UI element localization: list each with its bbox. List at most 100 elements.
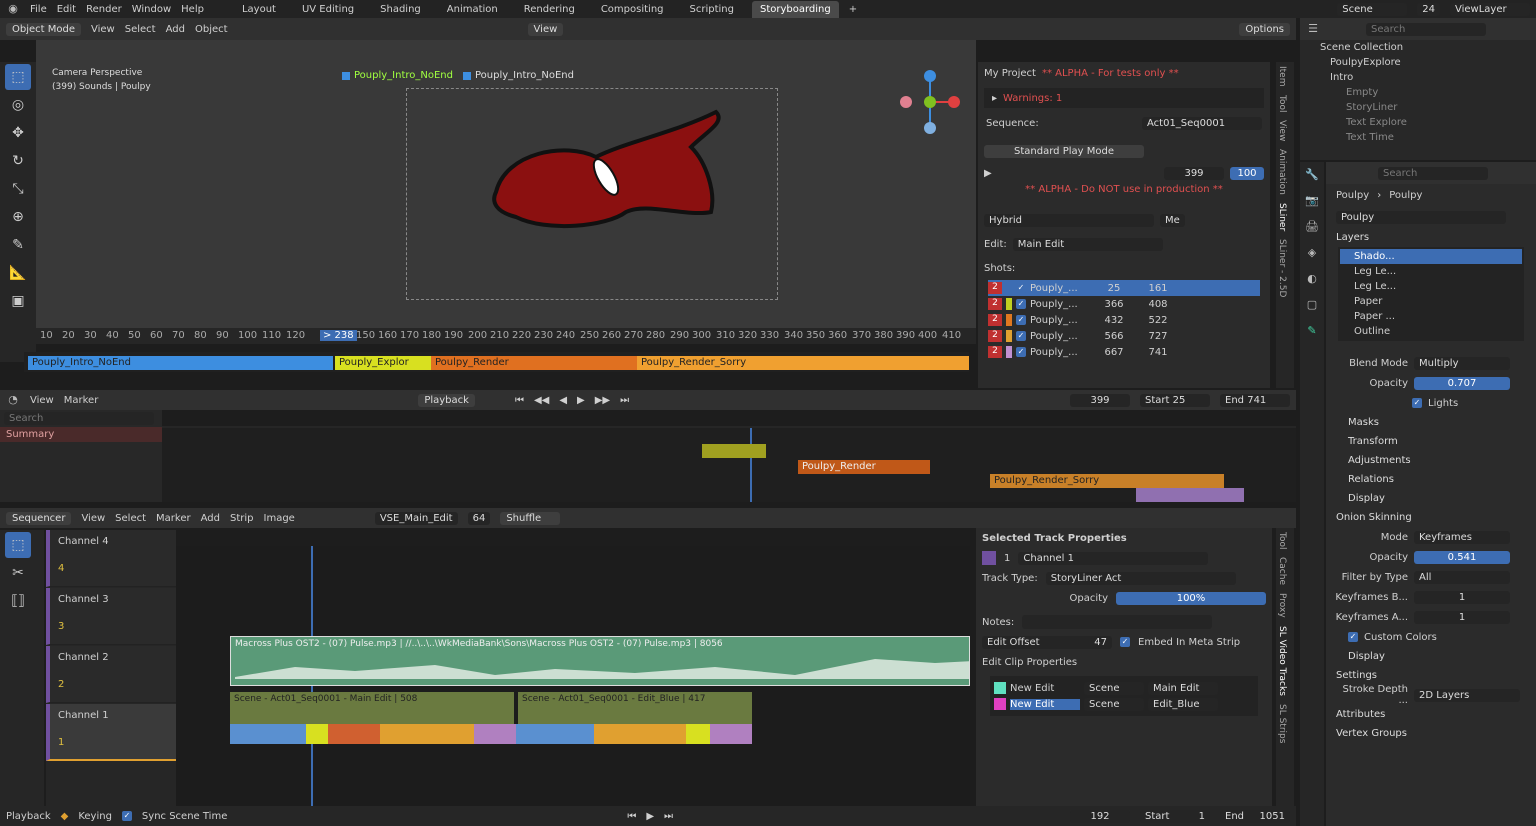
dope-strip[interactable]: Poulpy_Render_Sorry (990, 474, 1224, 488)
tab-item[interactable]: Item (1276, 62, 1288, 91)
current-frame-field[interactable]: 399 (1070, 393, 1130, 407)
list-item[interactable]: Leg Le... (1340, 279, 1522, 294)
edit-offset-field[interactable]: 47 (1094, 637, 1107, 648)
edit-dropdown[interactable]: Main Edit (1012, 237, 1163, 251)
shot-strip[interactable]: Poulpy_Render (431, 356, 637, 370)
dopesheet-menu-marker[interactable]: Marker (64, 395, 99, 406)
data-tab-icon[interactable]: ✎ (1305, 324, 1319, 338)
workspace-tab-rendering[interactable]: Rendering (516, 1, 583, 18)
object-data-field[interactable]: Poulpy (1336, 210, 1506, 224)
masks-section[interactable]: Masks (1326, 413, 1536, 432)
stroke-depth-dropdown[interactable]: 2D Layers (1414, 688, 1520, 702)
seq-menu-add[interactable]: Add (201, 513, 220, 524)
channel-name-field[interactable]: Channel 1 (1018, 551, 1209, 565)
summary-row[interactable]: Summary (0, 427, 162, 442)
list-item[interactable]: Text Time (1300, 130, 1536, 145)
dopesheet-menu-view[interactable]: View (30, 395, 54, 406)
footer-end-field[interactable]: 1051 (1260, 811, 1285, 822)
notes-input[interactable] (1022, 615, 1213, 629)
viewport-menu-view[interactable]: View (91, 24, 115, 35)
edit-scene-field[interactable]: VSE_Main_Edit (374, 511, 458, 525)
outliner-search-input[interactable]: Search (1366, 22, 1486, 36)
list-item[interactable]: Paper (1340, 294, 1522, 309)
navigation-gizmo[interactable] (898, 68, 968, 138)
filter-type-dropdown[interactable]: All (1414, 570, 1510, 584)
options-button[interactable]: Options (1239, 22, 1290, 36)
sync-scene-time-checkbox[interactable]: Sync Scene Time (142, 811, 227, 822)
opacity-slider[interactable]: 100% (1116, 591, 1266, 605)
view-layer-selector[interactable]: ViewLayer (1450, 2, 1530, 16)
sequence-field[interactable]: Act01_Seq0001 (1142, 116, 1262, 130)
seq-menu-view[interactable]: View (81, 513, 105, 524)
display-section-2[interactable]: Display (1326, 647, 1536, 666)
blend-mode-dropdown[interactable]: Multiply (1414, 356, 1510, 370)
dope-strip[interactable]: Poulpy_Render (798, 460, 930, 474)
tab-sl-strips[interactable]: SL Strips (1276, 700, 1288, 747)
output-tab-icon[interactable]: 🖨 (1305, 220, 1319, 234)
footer-keying-dropdown[interactable]: Keying (78, 811, 112, 822)
frame-end-field[interactable]: 100 (1230, 166, 1264, 180)
menu-window[interactable]: Window (132, 4, 171, 15)
expand-icon[interactable]: ▸ (992, 93, 997, 104)
keyframes-after-field[interactable]: 1 (1414, 610, 1510, 624)
annotate-tool-icon[interactable]: ✎ (5, 232, 31, 258)
list-item[interactable]: Leg Le... (1340, 264, 1522, 279)
track-type-dropdown[interactable]: StoryLiner Act (1045, 571, 1236, 585)
scene-tab-icon[interactable]: ◈ (1305, 246, 1319, 260)
embed-checkbox-label[interactable]: Embed In Meta Strip (1138, 637, 1240, 648)
world-tab-icon[interactable]: ◐ (1305, 272, 1319, 286)
footer-frame-field[interactable]: 192 (1070, 809, 1130, 823)
playback-dropdown[interactable]: Playback (418, 393, 475, 407)
menu-edit[interactable]: Edit (57, 4, 76, 15)
scene-frame-count[interactable]: 24 (1417, 2, 1440, 16)
sequencer-timeline[interactable]: Macross Plus OST2 - (07) Pulse.mp3 | //.… (176, 546, 970, 806)
object-tab-icon[interactable]: ▢ (1305, 298, 1319, 312)
vertex-groups-section[interactable]: Vertex Groups (1326, 724, 1536, 743)
footer-jump-start-icon[interactable]: ⏮ (627, 811, 636, 822)
channel-row[interactable]: Channel 44 (46, 530, 176, 587)
tab-animation[interactable]: Animation (1276, 145, 1288, 199)
playhead[interactable] (750, 428, 752, 502)
shot-strip[interactable]: Pouply_Explore (335, 356, 409, 370)
layer-opacity-slider[interactable]: 0.707 (1414, 376, 1510, 390)
onion-mode-dropdown[interactable]: Keyframes (1414, 530, 1510, 544)
seq-menu-strip[interactable]: Strip (230, 513, 254, 524)
workspace-tab-shading[interactable]: Shading (372, 1, 429, 18)
blade-tool-icon[interactable]: ✂ (5, 560, 31, 586)
settings-section[interactable]: Settings (1326, 666, 1536, 685)
list-item[interactable]: Paper ... (1340, 309, 1522, 324)
workspace-tab-animation[interactable]: Animation (439, 1, 506, 18)
time-cursor[interactable]: > 238 (320, 330, 357, 341)
measure-tool-icon[interactable]: 📐 (5, 260, 31, 286)
rotate-tool-icon[interactable]: ↻ (5, 148, 31, 174)
tab-tool[interactable]: Tool (1276, 91, 1288, 116)
warnings-count[interactable]: Warnings: 1 (1003, 93, 1062, 104)
tool-tab-icon[interactable]: 🔧 (1305, 168, 1319, 182)
tab-sliner-25d[interactable]: SLiner - 2.5D (1276, 235, 1288, 301)
footer-start-field[interactable]: 1 (1199, 811, 1205, 822)
layers-section[interactable]: Layers (1326, 228, 1536, 247)
play-icon[interactable]: ▶ (577, 395, 585, 406)
audio-strip[interactable]: Macross Plus OST2 - (07) Pulse.mp3 | //.… (230, 636, 970, 686)
dope-strip[interactable] (702, 444, 766, 458)
onion-opacity-slider[interactable]: 0.541 (1414, 550, 1510, 564)
list-item[interactable]: 2 ✓ Pouply_... 566 727 (988, 328, 1260, 344)
layout-dropdown[interactable]: Hybrid (984, 213, 1154, 227)
editor-type-icon[interactable]: ◔ (6, 393, 20, 407)
viewport-menu-object[interactable]: Object (195, 24, 228, 35)
footer-jump-end-icon[interactable]: ⏭ (664, 811, 673, 822)
move-tool-icon[interactable]: ✥ (5, 120, 31, 146)
object-mode-dropdown[interactable]: Object Mode (6, 22, 81, 36)
list-item[interactable]: New Edit Scene Edit_Blue (994, 696, 1254, 712)
list-item[interactable]: 2 ✓ Pouply_... 432 522 (988, 312, 1260, 328)
menu-render[interactable]: Render (86, 4, 122, 15)
footer-play-icon[interactable]: ▶ (646, 811, 654, 822)
workspace-tab-uv[interactable]: UV Editing (294, 1, 362, 18)
outliner-editor-icon[interactable]: ☰ (1306, 22, 1320, 36)
properties-search-input[interactable]: Search (1378, 166, 1488, 180)
seq-menu-marker[interactable]: Marker (156, 513, 191, 524)
workspace-tab-scripting[interactable]: Scripting (682, 1, 742, 18)
tab-view[interactable]: View (1276, 116, 1288, 145)
blender-logo-icon[interactable]: ◉ (6, 2, 20, 16)
dopesheet-area[interactable]: Poulpy_Render Poulpy_Render_Sorry (162, 428, 1296, 502)
